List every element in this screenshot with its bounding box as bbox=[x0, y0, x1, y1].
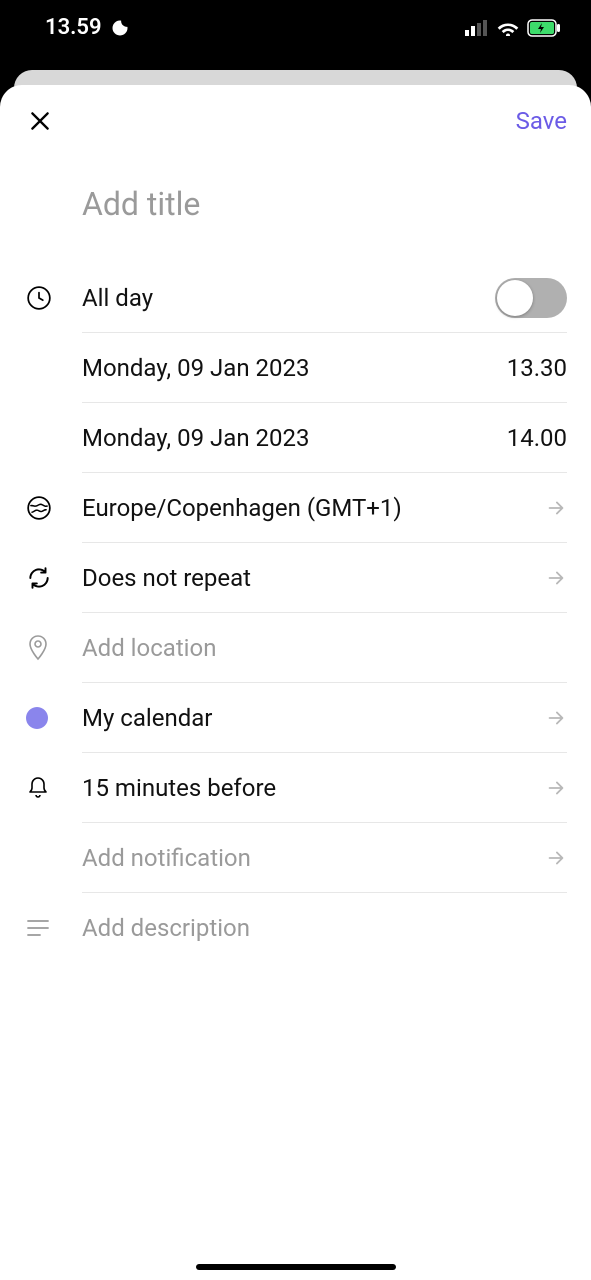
add-notification-placeholder: Add notification bbox=[82, 844, 251, 872]
timezone-label: Europe/Copenhagen (GMT+1) bbox=[82, 494, 402, 522]
notification-row[interactable]: 15 minutes before bbox=[0, 753, 591, 823]
all-day-row: All day bbox=[0, 263, 591, 333]
arrow-right-icon bbox=[545, 567, 567, 589]
arrow-right-icon bbox=[545, 497, 567, 519]
location-row[interactable]: Add location bbox=[0, 613, 591, 683]
calendar-label: My calendar bbox=[82, 704, 212, 732]
end-time: 14.00 bbox=[507, 424, 567, 452]
wifi-icon bbox=[497, 20, 519, 36]
event-create-sheet: Save Add title All day Monday, 09 Jan 20… bbox=[0, 85, 591, 1280]
start-date: Monday, 09 Jan 2023 bbox=[82, 354, 309, 382]
globe-icon bbox=[26, 495, 52, 521]
status-left: 13.59 bbox=[45, 15, 130, 40]
signal-icon bbox=[465, 20, 489, 36]
save-button[interactable]: Save bbox=[516, 107, 567, 135]
location-pin-icon bbox=[26, 634, 50, 662]
repeat-label: Does not repeat bbox=[82, 564, 251, 592]
repeat-row[interactable]: Does not repeat bbox=[0, 543, 591, 613]
start-datetime-row[interactable]: Monday, 09 Jan 2023 13.30 bbox=[0, 333, 591, 403]
home-indicator[interactable] bbox=[196, 1264, 396, 1270]
arrow-right-icon bbox=[545, 777, 567, 799]
end-datetime-row[interactable]: Monday, 09 Jan 2023 14.00 bbox=[0, 403, 591, 473]
description-icon bbox=[26, 918, 50, 938]
arrow-right-icon bbox=[545, 707, 567, 729]
status-bar: 13.59 bbox=[0, 0, 591, 55]
title-placeholder: Add title bbox=[82, 185, 200, 223]
description-row[interactable]: Add description bbox=[0, 893, 591, 963]
start-time: 13.30 bbox=[507, 354, 567, 382]
sheet-header: Save bbox=[0, 85, 591, 155]
clock-icon bbox=[26, 285, 52, 311]
close-icon bbox=[27, 108, 53, 134]
all-day-label: All day bbox=[82, 284, 153, 312]
moon-icon bbox=[110, 18, 130, 38]
timezone-row[interactable]: Europe/Copenhagen (GMT+1) bbox=[0, 473, 591, 543]
add-notification-row[interactable]: Add notification bbox=[0, 823, 591, 893]
repeat-icon bbox=[26, 565, 52, 591]
all-day-toggle[interactable] bbox=[495, 278, 567, 318]
bell-icon bbox=[26, 775, 50, 801]
notification-label: 15 minutes before bbox=[82, 774, 276, 802]
calendar-row[interactable]: My calendar bbox=[0, 683, 591, 753]
location-placeholder: Add location bbox=[82, 634, 216, 662]
status-right bbox=[465, 19, 561, 37]
title-input[interactable]: Add title bbox=[0, 155, 591, 263]
status-time: 13.59 bbox=[45, 15, 102, 40]
battery-icon bbox=[527, 19, 561, 37]
description-placeholder: Add description bbox=[82, 914, 250, 942]
end-date: Monday, 09 Jan 2023 bbox=[82, 424, 309, 452]
toggle-knob bbox=[497, 280, 533, 316]
close-button[interactable] bbox=[24, 105, 56, 137]
calendar-color-dot bbox=[26, 707, 48, 729]
arrow-right-icon bbox=[545, 847, 567, 869]
